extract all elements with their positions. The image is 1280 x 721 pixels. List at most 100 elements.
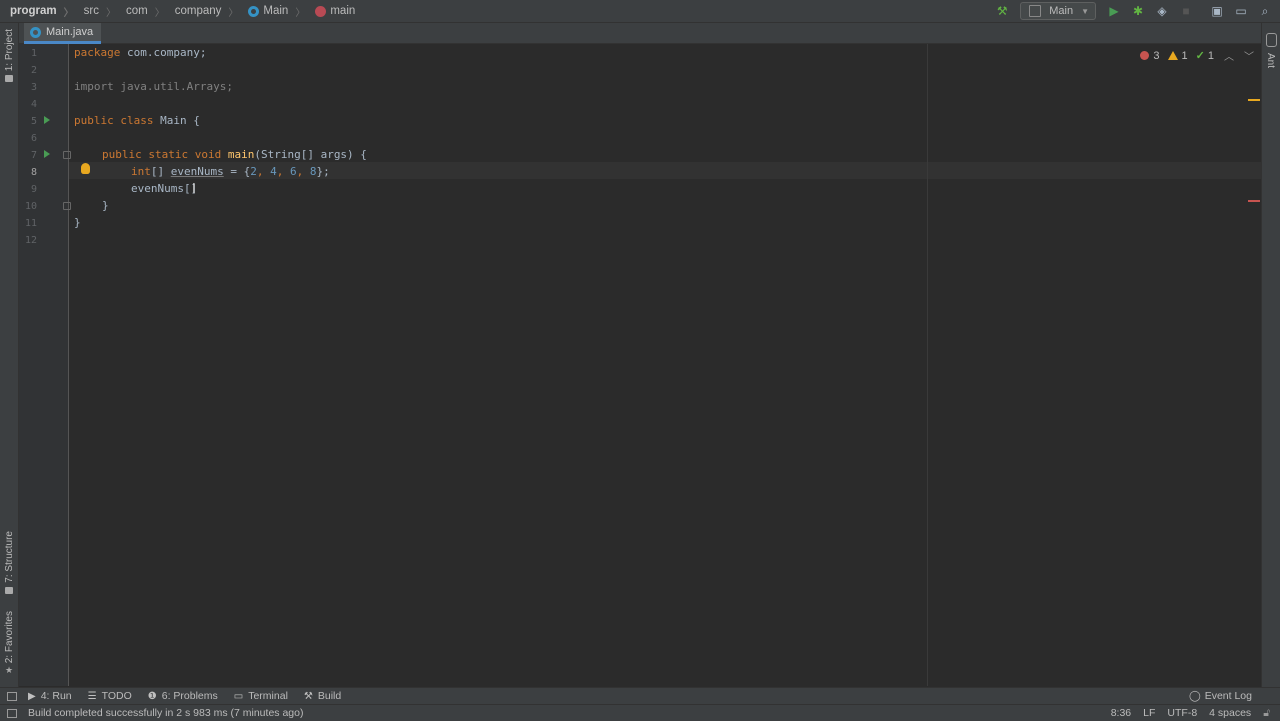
project-tool-tab[interactable]: 1: Project: [0, 29, 18, 83]
terminal-icon: ▭: [233, 690, 244, 702]
tool-windows-icon[interactable]: [7, 692, 17, 701]
lightbulb-icon[interactable]: [81, 163, 90, 174]
status-bar: Build completed successfully in 2 s 983 …: [0, 704, 1280, 721]
code-line-7: public static void main(String[] args) {: [102, 146, 367, 163]
breadcrumb-class-label: Main: [263, 5, 289, 17]
favorites-tool-tab[interactable]: 2: Favorites ★: [0, 611, 18, 676]
run-config-icon: [1029, 5, 1042, 17]
build-tool-button[interactable]: ⚒ Build: [304, 690, 341, 702]
ant-tool-tab[interactable]: Ant: [1265, 53, 1276, 68]
code-text: };: [316, 165, 330, 178]
tab-label: Main.java: [46, 26, 94, 38]
lock-icon[interactable]: 🔓︎: [1263, 707, 1270, 720]
ant-icon: [1266, 33, 1277, 47]
run-icon[interactable]: ▶: [1105, 2, 1123, 20]
navigation-bar: program 〉 src 〉 com 〉 company 〉 Main 〉 main ⚒…: [0, 0, 1280, 23]
event-log-button[interactable]: ◯ Event Log: [1189, 688, 1252, 704]
unused-import: import java.util.Arrays;: [74, 80, 233, 93]
run-method-gutter-icon[interactable]: [44, 150, 50, 158]
star-icon: ★: [4, 665, 14, 676]
todo-tool-button[interactable]: ☰ TODO: [88, 690, 132, 702]
error-count[interactable]: 3: [1140, 49, 1160, 62]
breadcrumb-project[interactable]: program 〉: [0, 4, 74, 19]
chevron-down-icon: ▼: [1081, 6, 1089, 16]
search-icon[interactable]: ⌕: [1256, 2, 1274, 20]
chevron-up-icon[interactable]: ︿: [1224, 48, 1234, 63]
code-line-11: }: [74, 214, 81, 231]
window-icon[interactable]: ▭: [1232, 2, 1250, 20]
breadcrumb-company[interactable]: company 〉: [165, 4, 239, 19]
main-toolbar: ⚒ Main ▼ ▶ ✱ ◈ ■ ▣ ▭ ⌕: [990, 0, 1280, 22]
breadcrumb-com-label: com: [126, 5, 148, 17]
project-structure-icon[interactable]: ▣: [1208, 2, 1226, 20]
line-number: 3: [30, 82, 37, 93]
coverage-icon[interactable]: ◈: [1153, 2, 1171, 20]
code-line-5: public class Main {: [74, 112, 200, 129]
keyword: package: [74, 46, 121, 59]
breadcrumb-src[interactable]: src 〉: [74, 4, 116, 19]
line-number: 2: [30, 65, 37, 76]
warning-count[interactable]: 1: [1167, 50, 1188, 62]
breadcrumb-method[interactable]: main: [305, 5, 355, 17]
fold-icon[interactable]: [63, 151, 71, 159]
run-class-gutter-icon[interactable]: [44, 116, 50, 124]
fold-icon[interactable]: [63, 202, 71, 210]
code-editor[interactable]: package com.company; import java.util.Ar…: [74, 44, 367, 229]
stop-icon[interactable]: ■: [1177, 2, 1195, 20]
ok-count[interactable]: ✓ 1: [1196, 49, 1214, 63]
code-line-8: int[] evenNums = {2, 4, 6, 8};: [131, 165, 330, 178]
hide-tool-windows-icon[interactable]: [7, 709, 17, 718]
code-text: }: [74, 216, 81, 229]
line-number: 4: [30, 99, 37, 110]
problems-tool-button[interactable]: ❶ 6: Problems: [148, 690, 218, 702]
keyword: public class: [74, 114, 154, 127]
editor-gutter[interactable]: 1 2 3 4 5 6 7 8 9 10 11 12: [19, 44, 71, 686]
code-text: = {: [223, 165, 251, 178]
tab-main-java[interactable]: Main.java: [24, 23, 102, 44]
warning-stripe[interactable]: [1248, 99, 1260, 101]
problems-icon: ❶: [147, 690, 157, 702]
line-separator[interactable]: LF: [1143, 707, 1155, 719]
run-tool-button[interactable]: ▶ 4: Run: [28, 690, 72, 702]
line-number: 7: [30, 150, 37, 161]
line-number: 11: [24, 218, 37, 229]
indent-setting[interactable]: 4 spaces: [1209, 707, 1251, 719]
method-icon: [315, 5, 327, 17]
code-text: evenNums[]: [131, 182, 198, 195]
keyword: int: [131, 165, 151, 178]
file-encoding[interactable]: UTF-8: [1167, 707, 1197, 719]
hammer-icon[interactable]: ⚒: [993, 2, 1011, 20]
left-tool-strip: 1: Project 7: Structure 2: Favorites ★: [0, 23, 19, 687]
run-config-label: Main: [1049, 5, 1074, 17]
class-icon: [248, 5, 260, 17]
inspection-widget[interactable]: 3 1 ✓ 1 ︿ ﹀: [1132, 48, 1254, 63]
structure-tool-tab[interactable]: 7: Structure: [0, 531, 18, 594]
event-log-label: Event Log: [1204, 690, 1252, 702]
terminal-tool-button[interactable]: ▭ Terminal: [234, 690, 288, 702]
breadcrumb-method-label: main: [330, 5, 356, 17]
debug-icon[interactable]: ✱: [1129, 2, 1147, 20]
caret-position[interactable]: 8:36: [1111, 707, 1131, 719]
code-text: com.company;: [120, 46, 207, 59]
code-line-9: evenNums[]: [131, 180, 197, 197]
chevron-right-icon: 〉: [63, 7, 74, 19]
breadcrumb-company-label: company: [174, 5, 222, 17]
chevron-down-icon[interactable]: ﹀: [1244, 48, 1254, 63]
breadcrumb-com[interactable]: com 〉: [116, 4, 165, 19]
ok-count-label: 1: [1207, 49, 1214, 62]
method-name: main: [227, 148, 255, 161]
breadcrumb-src-label: src: [83, 5, 99, 17]
structure-icon: [5, 586, 13, 594]
number-literal: 4: [270, 165, 277, 178]
status-message[interactable]: Build completed successfully in 2 s 983 …: [28, 707, 303, 719]
terminal-tool-label: Terminal: [248, 690, 288, 702]
error-count-label: 3: [1153, 49, 1160, 62]
error-stripe[interactable]: [1248, 200, 1260, 202]
breadcrumb-class[interactable]: Main 〉: [238, 4, 305, 19]
structure-tool-label: 7: Structure: [3, 531, 15, 583]
run-configuration-select[interactable]: Main ▼: [1020, 2, 1096, 20]
editor-tab-bar: Main.java: [19, 23, 1261, 44]
keyword: public static void: [102, 148, 222, 161]
todo-tool-label: TODO: [101, 690, 132, 702]
run-tool-label: 4: Run: [40, 690, 72, 702]
